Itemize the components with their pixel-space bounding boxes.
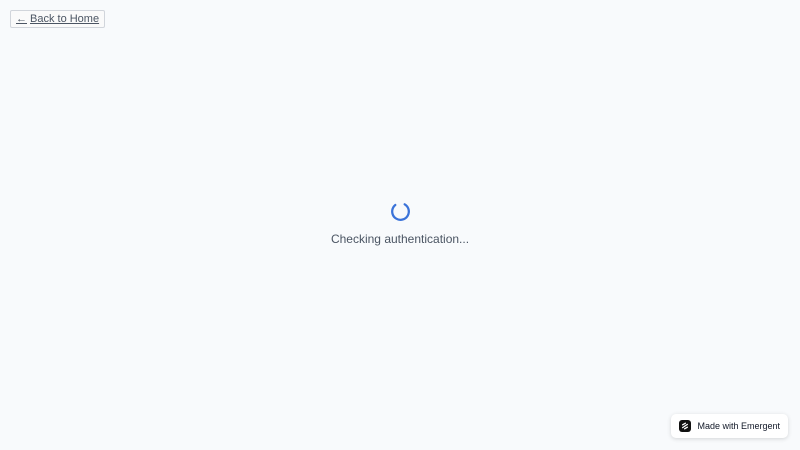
badge-label: Made with Emergent xyxy=(697,421,780,431)
made-with-emergent-badge[interactable]: Made with Emergent xyxy=(671,414,788,438)
back-arrow-icon: ← xyxy=(16,13,27,25)
loading-container: Checking authentication... xyxy=(0,201,800,246)
back-to-home-label: Back to Home xyxy=(30,13,100,25)
auth-check-page: ← Back to Home Checking authentication..… xyxy=(0,0,800,450)
back-to-home-link[interactable]: ← Back to Home xyxy=(10,10,106,28)
loading-spinner-icon xyxy=(390,202,410,221)
status-message: Checking authentication... xyxy=(330,232,470,246)
emergent-logo-icon xyxy=(679,420,692,432)
